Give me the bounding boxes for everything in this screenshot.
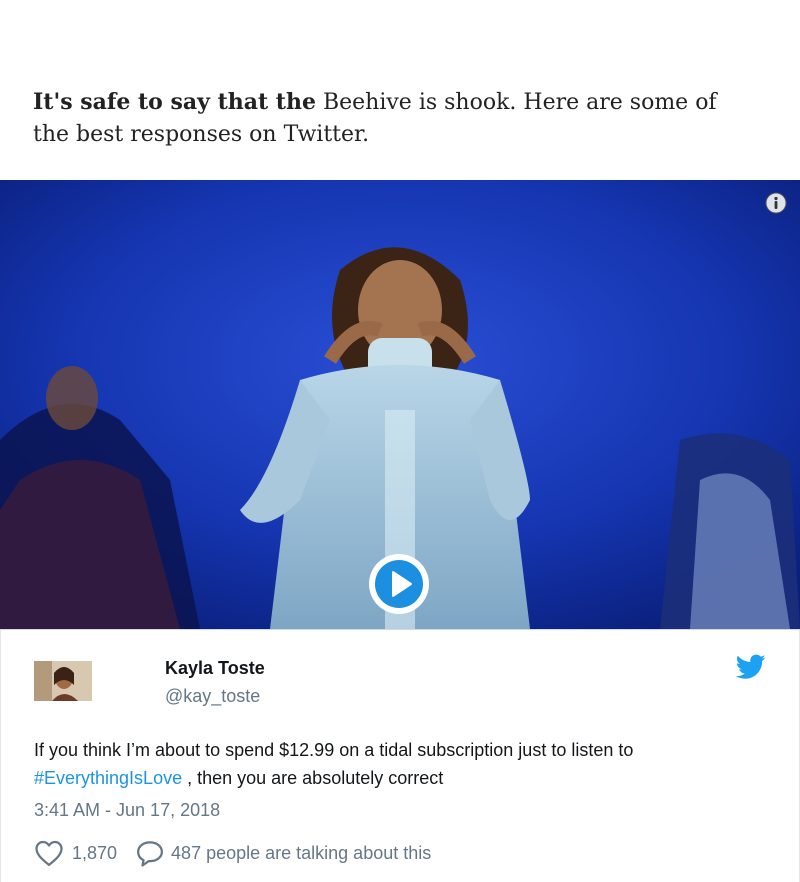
tweet-text-before: If you think I’m about to spend $12.99 o… [34,740,634,760]
like-count: 1,870 [72,842,118,863]
speech-bubble-icon [137,841,164,867]
heart-icon [35,840,63,866]
avatar[interactable] [34,661,92,701]
embedded-tweet[interactable]: Kayla Toste @kay_toste If you think I’m … [0,629,800,882]
conversation-button[interactable]: 487 people are talking about this [135,839,431,867]
article-paragraph: It's safe to say that the Beehive is sho… [33,86,753,151]
info-icon[interactable] [765,192,787,214]
talking-count: 487 people are talking about this [171,842,432,863]
article-lead-bold: It's safe to say that the [33,89,316,115]
twitter-bird-icon[interactable] [736,654,766,680]
tweet-actions: 1,870 487 people are talking about this [34,838,431,868]
video-player[interactable] [0,180,800,629]
tweet-text-after: , then you are absolutely correct [182,768,444,788]
play-button[interactable] [367,552,431,616]
author-handle[interactable]: @kay_toste [165,686,260,707]
avatar-image [34,661,92,701]
tweet-timestamp[interactable]: 3:41 AM - Jun 17, 2018 [34,800,220,821]
hashtag-link[interactable]: #EverythingIsLove [34,768,182,788]
like-button[interactable]: 1,870 [34,839,117,867]
tweet-text: If you think I’m about to spend $12.99 o… [34,736,754,792]
author-name[interactable]: Kayla Toste [165,658,265,679]
